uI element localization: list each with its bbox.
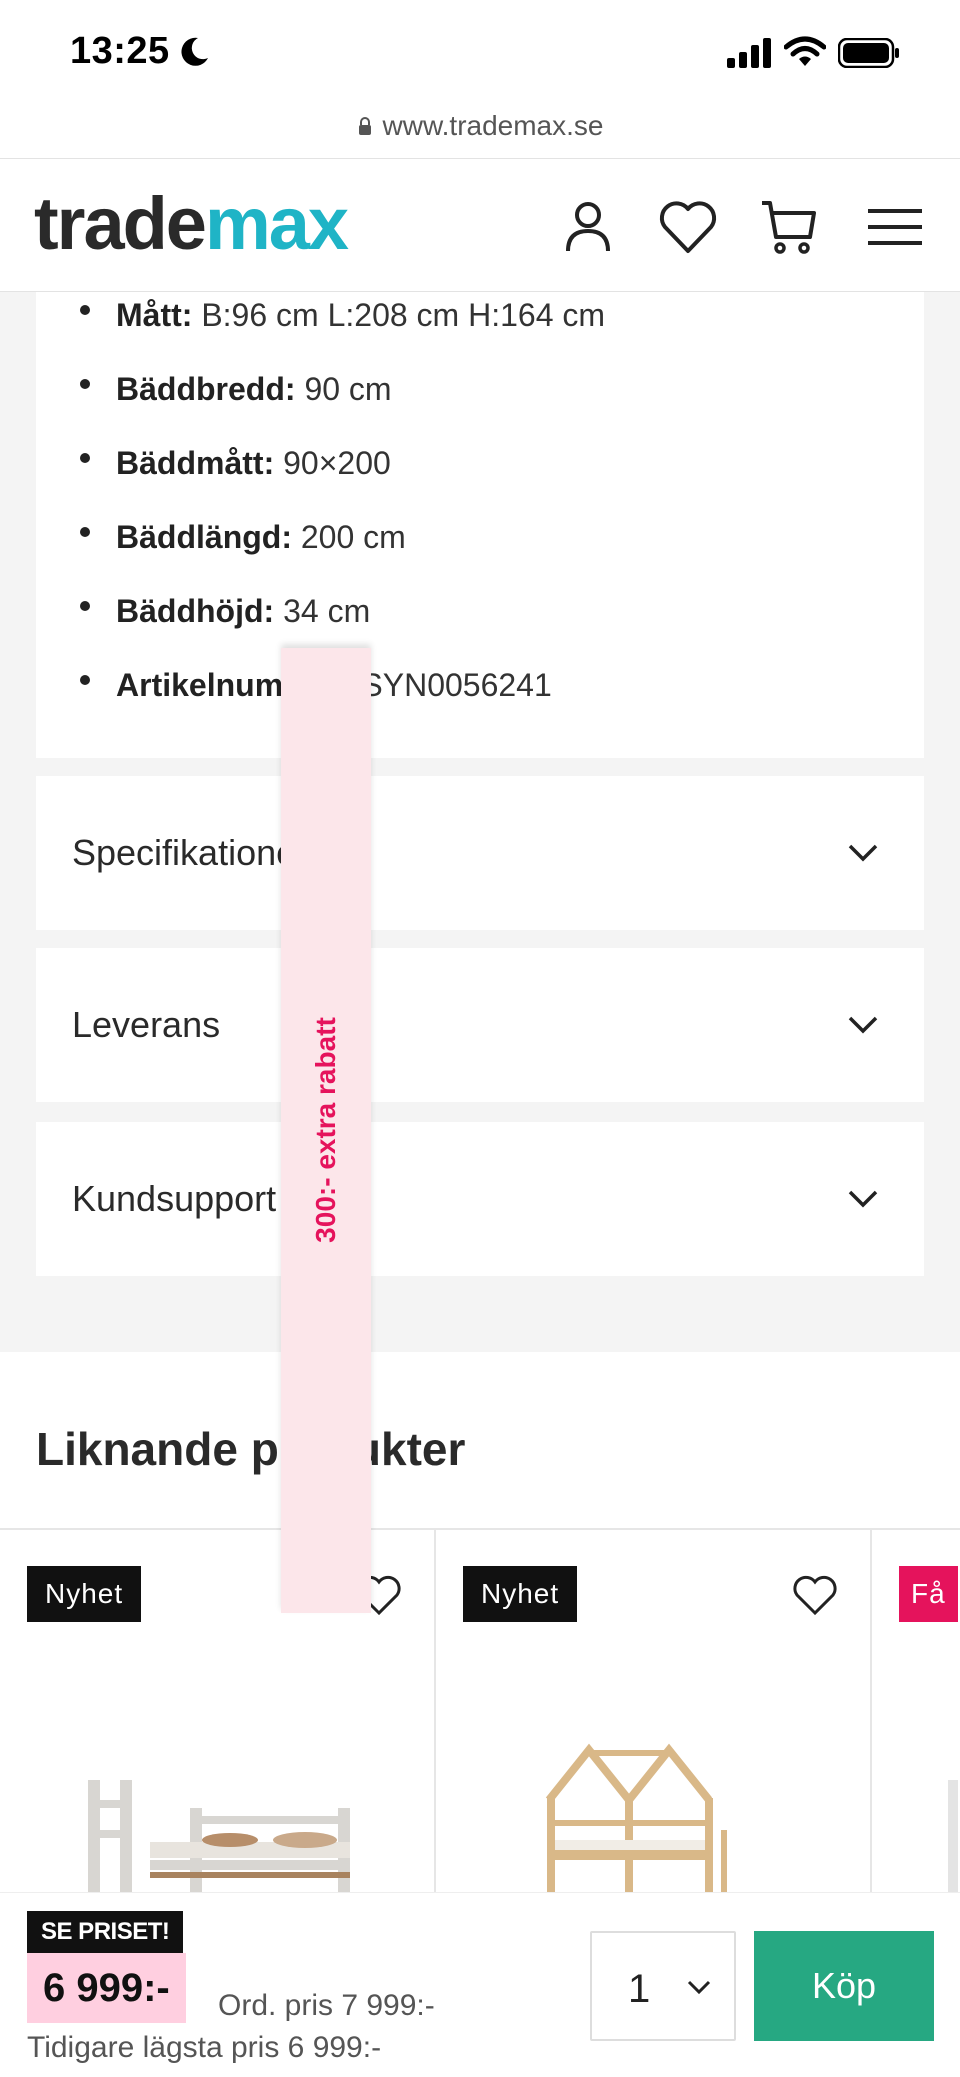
url-text: www.trademax.se [357,110,604,141]
status-time: 13:25 [70,30,170,72]
address-bar[interactable]: www.trademax.se [0,110,960,158]
spec-card: Mått: B:96 cm L:208 cm H:164 cm Bäddbred… [36,292,924,758]
spec-value: 90×200 [274,445,391,481]
current-price: 6 999:- [27,1953,186,2023]
spec-value: 34 cm [274,593,371,629]
spec-item: Bäddhöjd: 34 cm [80,588,924,662]
quantity-value: 1 [628,1967,651,2011]
spec-item: Artikelnummer: SYN0056241 [80,662,924,736]
quantity-select[interactable]: 1 [590,1931,736,2041]
chevron-down-icon [848,1190,878,1208]
url-value: www.trademax.se [382,110,604,141]
wishlist-heart-icon[interactable] [656,195,720,259]
accordion-customer-support[interactable]: Kundsupport [36,1122,924,1276]
buy-button[interactable]: Köp [754,1931,934,2041]
accordion-label: Kundsupport [72,1178,277,1219]
lowest-price-note: Tidigare lägsta pris 6 999:- [27,2031,382,2064]
favorite-heart-icon[interactable] [792,1574,838,1616]
logo-part1: trade [34,182,207,265]
spec-value: 200 cm [291,519,406,555]
spec-key: Mått: [116,297,193,333]
spec-item: Bäddlängd: 200 cm [80,514,924,588]
lock-icon [358,117,371,135]
trademax-logo[interactable]: trademax [34,181,349,266]
promo-label: 300:- extra rabatt [310,1017,341,1243]
spec-value: B:96 cm L:208 cm H:164 cm [192,297,606,333]
product-card[interactable]: Nyhet [436,1530,872,1930]
extra-discount-tab[interactable]: 300:- extra rabatt [281,648,371,1613]
accordion-label: Specifikationer [72,832,309,873]
spec-value: 90 cm [295,371,392,407]
similar-products-title: Liknande produkter [36,1423,466,1475]
spec-item: Mått: B:96 cm L:208 cm H:164 cm [80,292,924,366]
ordinary-price: Ord. pris 7 999:- [218,1989,435,2022]
spec-key: Bäddlängd: [116,519,292,555]
cart-icon[interactable] [758,195,822,259]
spec-key: Bäddmått: [116,445,275,481]
accordion-delivery[interactable]: Leverans [36,948,924,1102]
spec-item: Bäddbredd: 90 cm [80,366,924,440]
product-details: Mått: B:96 cm L:208 cm H:164 cm Bäddbred… [0,292,960,1352]
cellular-signal-icon [727,38,771,68]
account-icon[interactable] [556,195,620,259]
battery-icon [838,38,899,68]
similar-products-section: Liknande produkter Nyhet Nyhet Få [0,1352,960,1930]
accordion-specifications[interactable]: Specifikationer [36,776,924,930]
spec-key: Bäddhöjd: [116,593,275,629]
chevron-down-icon [848,844,878,862]
product-badge: Nyhet [463,1566,578,1622]
moon-icon [181,37,208,66]
spec-key: Bäddbredd: [116,371,296,407]
status-bar: 13:25 [0,0,960,110]
site-header: trademax [0,158,960,292]
product-badge: Nyhet [27,1566,142,1622]
product-carousel[interactable]: Nyhet Nyhet Få [0,1528,960,1930]
accordion-label: Leverans [72,1004,221,1045]
menu-hamburger-icon[interactable] [864,195,928,259]
wifi-icon [784,36,826,66]
product-badge: Få [899,1566,958,1622]
chevron-down-icon [848,1016,878,1034]
spec-list: Mått: B:96 cm L:208 cm H:164 cm Bäddbred… [36,292,924,736]
logo-part2: max [204,182,349,265]
price-tag-label: SE PRISET! [27,1911,184,1953]
sticky-purchase-bar: SE PRISET! 6 999:- Ord. pris 7 999:- Tid… [0,1892,960,2077]
product-card[interactable]: Få [872,1530,960,1930]
chevron-down-icon [687,1980,711,1995]
spec-value: SYN0056241 [352,667,552,703]
spec-item: Bäddmått: 90×200 [80,440,924,514]
